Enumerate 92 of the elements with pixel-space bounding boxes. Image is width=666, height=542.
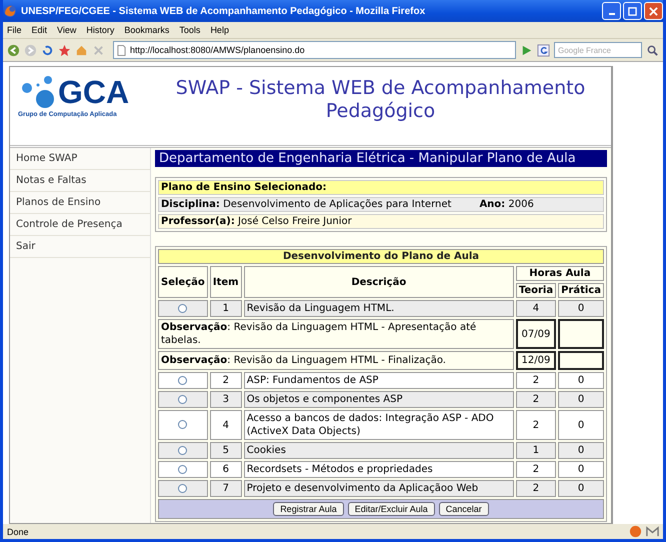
address-field[interactable]: http://localhost:8080/AMWS/planoensino.do [113,41,516,59]
table-cell: 0 [558,480,604,497]
google-icon[interactable] [537,44,550,56]
table-cell: 4 [516,300,556,317]
maximize-button[interactable] [623,2,642,20]
go-icon[interactable] [520,44,533,56]
column-header: Item [210,266,242,298]
radio-button[interactable] [178,304,188,313]
sidebar-link[interactable]: Notas e Faltas [10,170,150,192]
page-title: SWAP - Sistema WEB de Acompanhamento Pedagógico [174,77,586,124]
table-cell: 4 [210,410,242,440]
table-cell: Recordsets - Métodos e propriedades [244,461,514,478]
mail-icon [646,525,659,538]
table-cell: 1 [516,442,556,459]
table-title: Desenvolvimento do Plano de Aula [158,249,604,264]
back-icon[interactable] [7,44,20,56]
close-button[interactable] [644,2,663,20]
table-cell: 0 [558,391,604,408]
section-heading: Departamento de Engenharia Elétrica - Manipular Plano de Aula [155,150,607,167]
close-icon [649,6,658,16]
column-header: Horas Aula [516,266,604,281]
table-cell: 2 [516,391,556,408]
table-cell: 1 [210,300,242,317]
form-button[interactable]: Editar/Excluir Aula [348,502,435,516]
search-field[interactable]: Google France [554,42,642,58]
table-cell: 0 [558,372,604,389]
table-cell: Os objetos e componentes ASP [244,391,514,408]
menu-item[interactable]: History [86,25,114,35]
menu-item[interactable]: File [7,25,22,35]
sidebar-link[interactable]: Controle de Presença [10,214,150,236]
table-cell: 0 [558,410,604,440]
sidebar-link[interactable]: Sair [10,236,150,258]
table-cell: 5 [210,442,242,459]
sidebar-link[interactable]: Planos de Ensino [10,192,150,214]
logo-text: GCA [58,75,130,109]
table-cell: 6 [210,461,242,478]
table-cell: 2 [210,372,242,389]
radio-button[interactable] [178,484,188,493]
field-value: Desenvolvimento de Aplicações para Internet [223,199,452,210]
page-icon [117,44,126,56]
table-cell: 7 [210,480,242,497]
table-cell: 2 [516,480,556,497]
form-button[interactable]: Cancelar [438,502,489,516]
table-cell: Cookies [244,442,514,459]
column-header: Teoria [516,283,556,298]
radio-button[interactable] [178,394,188,404]
search-icon[interactable] [646,44,659,56]
table-cell: Acesso a bancos de dados: Integração ASP - ADO (ActiveX Data Objects) [244,410,514,440]
column-header: Seleção [158,266,208,298]
field-label: Ano: [479,199,506,210]
menu-item[interactable]: Tools [179,25,200,35]
minimize-button[interactable] [602,2,621,20]
table-cell: 2 [516,372,556,389]
date-cell: 12/09 [516,351,556,370]
field-value: José Celso Freire Junior [238,216,352,227]
date-cell: 07/09 [516,319,556,349]
reload-icon[interactable] [41,44,54,56]
column-header: Descrição [244,266,514,298]
home-icon[interactable] [75,44,88,56]
field-label: Professor(a): [161,216,235,227]
observation-cell: Observação: Revisão da Linguagem HTML - Finalização. [158,351,514,370]
info-title: Plano de Ensino Selecionado: [161,182,327,193]
table-cell: 0 [558,442,604,459]
observation-cell: Observação: Revisão da Linguagem HTML - Apresentação até tabelas. [158,319,514,349]
radio-button[interactable] [178,376,188,385]
firefox-icon [3,4,17,18]
table-cell: 2 [516,410,556,440]
menu-item[interactable]: Bookmarks [124,25,170,35]
url-text: http://localhost:8080/AMWS/planoensino.do [130,45,305,55]
table-cell: 2 [516,461,556,478]
table-cell: Projeto e desenvolvimento da Aplicaçãoo Web [244,480,514,497]
form-button[interactable]: Registrar Aula [273,502,344,516]
menu-item[interactable]: Edit [32,25,48,35]
radio-button[interactable] [178,464,188,474]
column-header: Prática [558,283,604,298]
menu-item[interactable]: Help [210,25,229,35]
radio-button[interactable] [178,446,188,455]
menu-item[interactable]: View [57,25,76,35]
radio-button[interactable] [178,420,188,430]
status-text: Done [7,526,29,536]
field-value: 2006 [508,199,534,210]
table-cell: ASP: Fundamentos de ASP [244,372,514,389]
window-title: UNESP/FEG/CGEE - Sistema WEB de Acompanhamento Pedagógico - Mozilla Firefox [21,6,426,16]
table-cell: 0 [558,461,604,478]
minimize-icon [608,13,614,15]
sidebar-link[interactable]: Home SWAP [10,148,150,170]
table-cell: Revisão da Linguagem HTML. [244,300,514,317]
field-label: Disciplina: [161,199,220,210]
table-cell: 0 [558,300,604,317]
star-icon[interactable] [58,44,71,56]
table-cell: 3 [210,391,242,408]
maximize-icon [628,6,637,16]
